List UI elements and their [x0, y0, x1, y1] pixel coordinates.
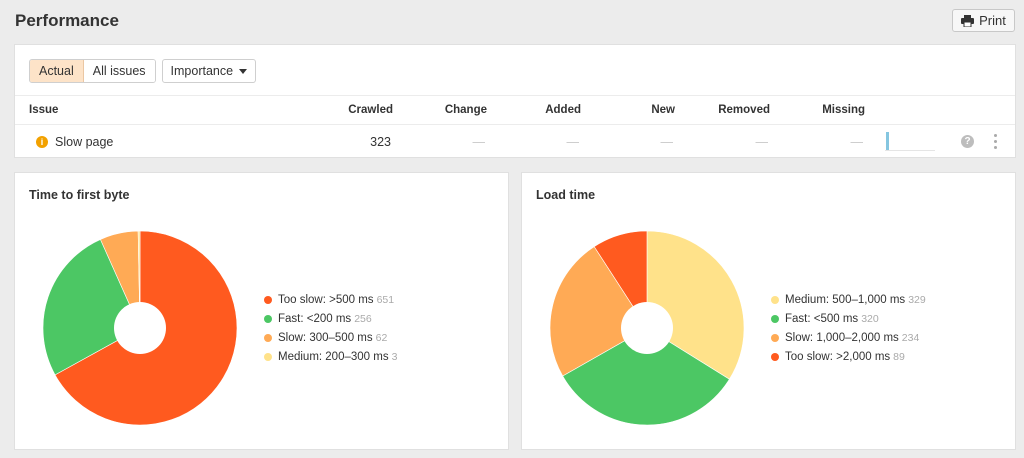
- legend-dot: [264, 352, 272, 361]
- legend-label: Slow: 1,000–2,000 ms: [785, 331, 899, 344]
- missing-value: —: [850, 134, 864, 149]
- trend-sparkline: [885, 131, 935, 151]
- more-vertical-icon[interactable]: [992, 134, 998, 149]
- legend-label: Fast: <200 ms: [278, 312, 352, 325]
- legend-dot: [771, 314, 779, 323]
- legend-label: Fast: <500 ms: [785, 312, 859, 325]
- legend-item[interactable]: Medium: 500–1,000 ms 329: [771, 290, 926, 309]
- added-value: —: [566, 134, 580, 149]
- legend-count: 62: [375, 331, 388, 344]
- table-row[interactable]: i Slow page 323 — — — — — ?: [15, 125, 1015, 158]
- legend-label: Medium: 500–1,000 ms: [785, 293, 906, 306]
- legend-label: Too slow: >500 ms: [278, 293, 374, 306]
- chart-title: Load time: [536, 188, 596, 202]
- change-value: —: [472, 134, 486, 149]
- legend-dot: [264, 295, 272, 304]
- legend-count: 89: [893, 350, 905, 363]
- legend-dot: [771, 333, 779, 342]
- legend-item[interactable]: Slow: 300–500 ms 62: [264, 328, 397, 347]
- crawled-value[interactable]: 323: [315, 125, 391, 158]
- legend-item[interactable]: Too slow: >500 ms 651: [264, 290, 397, 309]
- col-new[interactable]: New: [605, 96, 675, 124]
- view-toggle: Actual All issues: [29, 59, 156, 83]
- col-crawled[interactable]: Crawled: [315, 96, 393, 124]
- legend-label: Too slow: >2,000 ms: [785, 350, 891, 363]
- legend-count: 651: [376, 293, 395, 306]
- col-added[interactable]: Added: [505, 96, 581, 124]
- filter-controls: Actual All issues Importance: [29, 59, 257, 83]
- printer-icon: [961, 14, 975, 27]
- sparkline-bar: [886, 132, 889, 150]
- issues-table-panel: Actual All issues Importance Issue Crawl…: [14, 44, 1016, 158]
- legend-dot: [264, 314, 272, 323]
- tab-all-issues[interactable]: All issues: [83, 60, 155, 82]
- help-icon[interactable]: ?: [961, 135, 974, 148]
- load-time-legend: Medium: 500–1,000 ms 329 Fast: <500 ms 320…: [771, 290, 926, 366]
- ttfb-legend: Too slow: >500 ms 651 Fast: <200 ms 256 Sl…: [264, 290, 397, 366]
- page-title: Performance: [15, 11, 119, 30]
- print-button[interactable]: Print: [952, 9, 1015, 32]
- print-label: Print: [979, 13, 1006, 28]
- donut-hole: [621, 302, 673, 354]
- legend-count: 234: [901, 331, 920, 344]
- legend-item[interactable]: Too slow: >2,000 ms 89: [771, 347, 926, 366]
- issue-name: Slow page: [55, 134, 114, 149]
- removed-value: —: [755, 134, 769, 149]
- legend-count: 329: [908, 293, 926, 306]
- load-time-chart-panel: Load time Medium: 500–1,000 ms 329 Fast: …: [521, 172, 1016, 450]
- legend-item[interactable]: Slow: 1,000–2,000 ms 234: [771, 328, 926, 347]
- col-missing[interactable]: Missing: [775, 96, 865, 124]
- ttfb-pie-chart: [42, 230, 238, 426]
- legend-count: 320: [861, 312, 879, 325]
- col-issue[interactable]: Issue: [29, 96, 58, 124]
- legend-count: 256: [354, 312, 372, 325]
- col-removed[interactable]: Removed: [685, 96, 770, 124]
- legend-label: Medium: 200–300 ms: [278, 350, 389, 363]
- issue-cell[interactable]: i Slow page: [36, 125, 113, 158]
- new-value: —: [660, 134, 674, 149]
- importance-dropdown[interactable]: Importance: [161, 59, 257, 83]
- donut-hole: [114, 302, 166, 354]
- tab-actual[interactable]: Actual: [30, 60, 84, 82]
- legend-dot: [264, 333, 272, 342]
- importance-label: Importance: [170, 64, 234, 78]
- ttfb-chart-panel: Time to first byte Too slow: >500 ms 651 …: [14, 172, 509, 450]
- legend-count: 3: [391, 350, 398, 363]
- info-icon: i: [36, 135, 48, 148]
- legend-dot: [771, 295, 779, 304]
- load-time-pie-chart: [549, 230, 745, 426]
- legend-item[interactable]: Fast: <500 ms 320: [771, 309, 926, 328]
- col-change[interactable]: Change: [415, 96, 487, 124]
- legend-dot: [771, 352, 779, 361]
- legend-item[interactable]: Fast: <200 ms 256: [264, 309, 397, 328]
- legend-item[interactable]: Medium: 200–300 ms 3: [264, 347, 397, 366]
- chart-title: Time to first byte: [29, 188, 130, 202]
- caret-down-icon: [239, 68, 248, 74]
- legend-label: Slow: 300–500 ms: [278, 331, 373, 344]
- table-header: Issue Crawled Change Added New Removed M…: [15, 95, 1015, 125]
